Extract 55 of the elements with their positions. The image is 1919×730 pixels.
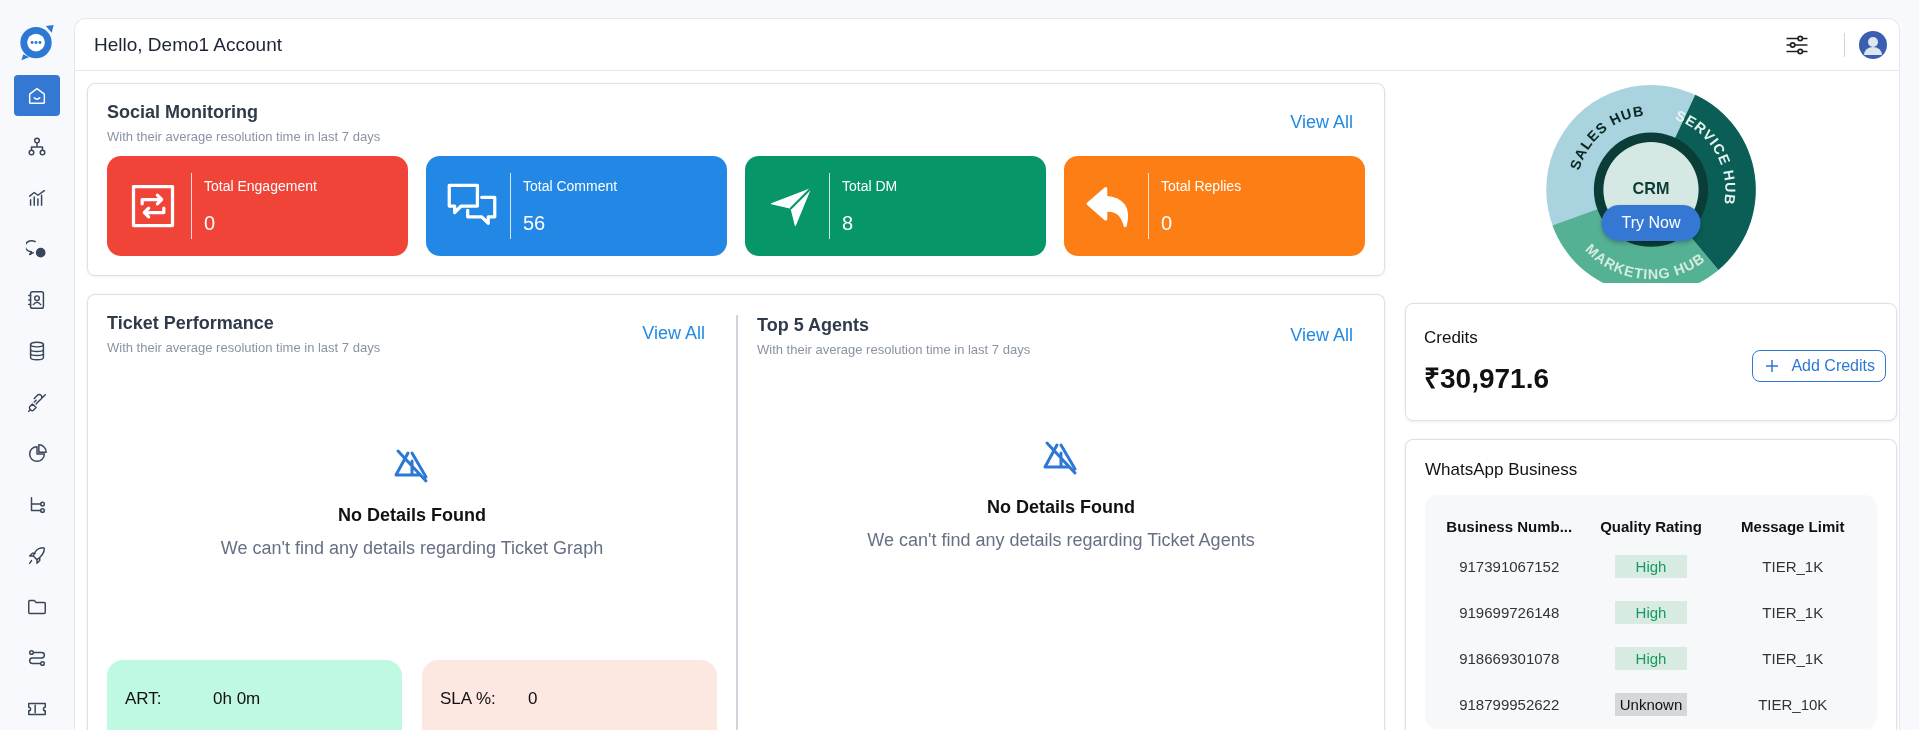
column-header: Message Limit <box>1740 517 1846 535</box>
rating-badge: High <box>1615 646 1687 670</box>
metric-label: ART: <box>125 689 163 709</box>
card-subtitle: With their average resolution time in last 7 days <box>757 342 1031 357</box>
column-header: Quality Rating <box>1599 517 1703 535</box>
plus-icon <box>1765 359 1780 373</box>
metric-value: 0h 0m <box>213 689 261 709</box>
table-cell-text: TIER_10K <box>1757 695 1829 713</box>
pie-chart-icon <box>26 442 48 465</box>
stat-label: Total Replies <box>1161 177 1242 194</box>
stat-value: 0 <box>204 211 217 235</box>
empty-message: We can't find any details regarding Ticket Agents <box>867 530 1255 551</box>
metric-value: 0 <box>528 689 538 709</box>
table-cell-text: 918669301078 <box>1458 649 1561 667</box>
stat-label: Total DM <box>842 177 898 194</box>
add-credits-button[interactable]: Add Credits <box>1752 350 1886 382</box>
table-cell-text: 919699726148 <box>1458 603 1561 621</box>
rocket-icon <box>26 545 48 567</box>
table-cell-text: TIER_1K <box>1761 557 1825 575</box>
plug-icon <box>26 391 48 414</box>
credits-amount: ₹30,971.6 <box>1424 362 1549 396</box>
stat-value: 56 <box>523 211 547 235</box>
rating-badge: Unknown <box>1615 692 1687 716</box>
card-title: Ticket Performance <box>107 313 275 334</box>
view-all-link[interactable]: View All <box>1290 315 1365 346</box>
rating-badge: High <box>1615 600 1687 624</box>
credits-title: Credits <box>1424 328 1479 348</box>
rating-badge: High <box>1615 554 1687 578</box>
metric-label: SLA %: <box>440 689 497 709</box>
stat-label: Total Engagement <box>204 177 317 194</box>
hierarchy-icon <box>26 135 48 158</box>
empty-message: We can't find any details regarding Ticket Graph <box>220 538 604 559</box>
card-title: Social Monitoring <box>107 102 259 123</box>
crm-label: CRM <box>1632 179 1670 198</box>
stat-label: Total Comment <box>523 177 618 194</box>
view-all-link[interactable]: View All <box>642 313 717 344</box>
table-cell-text: TIER_1K <box>1761 603 1825 621</box>
greeting: Hello, Demo1 Account <box>94 33 282 56</box>
try-now-button[interactable]: Try Now <box>1601 205 1701 241</box>
table-cell-text: 918799952622 <box>1458 695 1561 713</box>
empty-title: No Details Found <box>987 497 1135 518</box>
card-subtitle: With their average resolution time in last 7 days <box>107 129 381 144</box>
table-cell-text: 917391067152 <box>1458 557 1561 575</box>
stat-value: 0 <box>1161 211 1174 235</box>
card-title: Top 5 Agents <box>757 315 870 336</box>
nav-item[interactable] <box>14 75 60 117</box>
whatsapp-title: WhatsApp Business <box>1425 460 1579 480</box>
empty-title: No Details Found <box>338 505 486 526</box>
column-header: Business Numb... <box>1445 517 1574 535</box>
logo-icon <box>17 22 57 62</box>
stat-value: 8 <box>842 211 855 235</box>
view-all-link[interactable]: View All <box>1290 102 1365 133</box>
avatar-icon[interactable] <box>1859 30 1887 59</box>
table-cell-text: TIER_1K <box>1761 649 1825 667</box>
card-subtitle: With their average resolution time in last 7 days <box>107 340 381 355</box>
